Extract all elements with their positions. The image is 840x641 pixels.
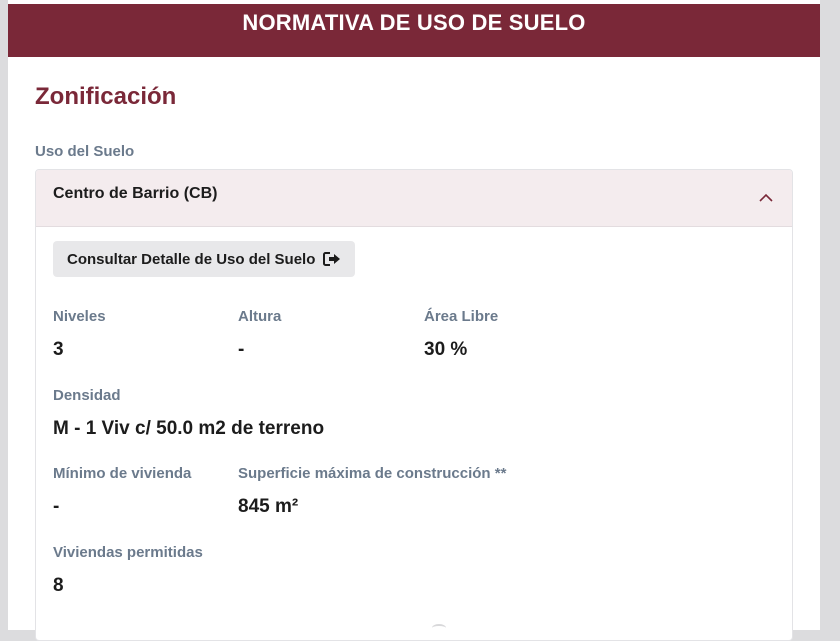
viviendas-permitidas-label: Viviendas permitidas — [53, 544, 203, 561]
superficie-maxima-label: Superficie máxima de construcción ** — [238, 465, 507, 482]
consultar-detalle-label: Consultar Detalle de Uso del Suelo — [67, 250, 316, 268]
accordion-title: Centro de Barrio (CB) — [53, 185, 218, 202]
partial-element — [432, 624, 446, 632]
uso-del-suelo-label: Uso del Suelo — [35, 143, 135, 160]
viviendas-permitidas-value: 8 — [53, 575, 64, 596]
page: NORMATIVA DE USO DE SUELO Zonificación U… — [8, 0, 820, 641]
consultar-detalle-button[interactable]: Consultar Detalle de Uso del Suelo — [53, 241, 355, 277]
page-header: NORMATIVA DE USO DE SUELO — [8, 4, 820, 57]
niveles-value: 3 — [53, 339, 64, 360]
altura-value: - — [238, 339, 245, 360]
superficie-maxima-value: 845 m² — [238, 496, 299, 517]
area-libre-label: Área Libre — [424, 308, 499, 325]
densidad-value: M - 1 Viv c/ 50.0 m2 de terreno — [53, 418, 325, 439]
uso-suelo-accordion: Centro de Barrio (CB) Consultar Detalle … — [35, 169, 793, 641]
external-link-icon — [323, 252, 340, 266]
section-title: Zonificación — [35, 83, 177, 110]
niveles-label: Niveles — [53, 308, 106, 325]
altura-label: Altura — [238, 308, 282, 325]
minimo-vivienda-label: Mínimo de vivienda — [53, 465, 192, 482]
area-libre-value: 30 % — [424, 339, 468, 360]
minimo-vivienda-value: - — [53, 496, 60, 517]
accordion-header[interactable]: Centro de Barrio (CB) — [36, 170, 792, 227]
chevron-up-icon[interactable] — [758, 190, 774, 206]
densidad-label: Densidad — [53, 387, 121, 404]
